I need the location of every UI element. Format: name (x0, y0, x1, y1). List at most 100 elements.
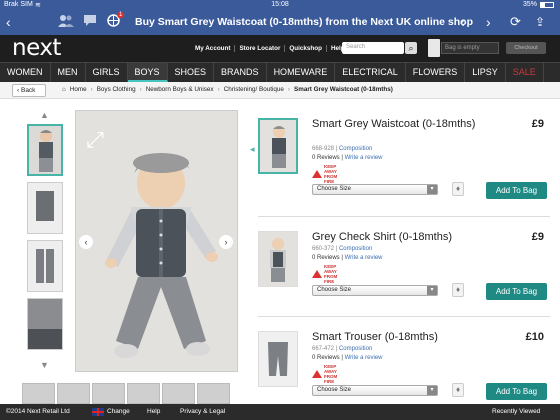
product-thumbnail[interactable] (258, 118, 298, 174)
product-price: £9 (531, 231, 544, 243)
review-summary: 0 Reviews | Write a review (312, 255, 383, 261)
crumb-newborn[interactable]: Newborn Boys & Unisex (146, 86, 214, 93)
nav-girls[interactable]: GIRLS (86, 63, 128, 82)
battery-icon (540, 1, 554, 8)
nav-sale[interactable]: SALE (506, 63, 544, 82)
crumb-boys-clothing[interactable]: Boys Clothing (97, 86, 136, 93)
battery-percent: 35% (522, 1, 537, 8)
bag-status[interactable]: Bag is empty (441, 42, 499, 54)
prev-arrow-icon[interactable]: ‹ (460, 14, 465, 30)
uk-flag-icon[interactable] (92, 408, 104, 416)
review-count: 0 Reviews (312, 355, 340, 361)
write-review-link[interactable]: Write a review (345, 255, 383, 261)
store-locator-link[interactable]: Store Locator (235, 45, 286, 52)
product-thumbnail[interactable] (258, 231, 298, 287)
add-to-bag-button[interactable]: Add To Bag (486, 283, 547, 300)
write-review-link[interactable]: Write a review (345, 355, 383, 361)
size-select-label: Choose Size (317, 186, 352, 192)
fire-warning: KEEP AWAY FROM FIRE (312, 164, 346, 184)
product-price: £10 (525, 331, 544, 343)
search-input[interactable]: Search (342, 42, 404, 54)
fire-warning: KEEP AWAY FROM FIRE (312, 264, 346, 284)
crumb-home[interactable]: Home (70, 86, 87, 93)
composition-link[interactable]: Composition (339, 246, 372, 252)
fire-warning-text: KEEP AWAY FROM FIRE (324, 264, 338, 284)
bottom-image-strip (22, 383, 238, 404)
thumbnail-2[interactable] (27, 182, 63, 234)
crumb-separator: › (217, 86, 220, 93)
contacts-icon[interactable] (58, 14, 74, 32)
expand-icon[interactable]: ⤢ (81, 126, 109, 154)
image-next-icon[interactable]: › (219, 235, 233, 249)
product-code: 668-928 | Composition (312, 146, 373, 152)
nav-lipsy[interactable]: LIPSY (465, 63, 506, 82)
recently-viewed-link[interactable]: Recently Viewed (492, 408, 540, 415)
strip-thumbnail[interactable] (22, 383, 55, 404)
nav-homeware[interactable]: HOMEWARE (267, 63, 336, 82)
nav-brands[interactable]: BRANDS (214, 63, 267, 82)
write-review-link[interactable]: Write a review (345, 155, 383, 161)
bag-icon[interactable] (428, 39, 440, 57)
strip-thumbnail[interactable] (162, 383, 195, 404)
chevron-down-icon: ▾ (427, 286, 437, 295)
strip-thumbnail[interactable] (57, 383, 90, 404)
quickshop-link[interactable]: Quickshop (285, 45, 327, 52)
chevron-down-icon: ▾ (427, 185, 437, 194)
my-account-link[interactable]: My Account (191, 45, 236, 52)
add-to-bag-button[interactable]: Add To Bag (486, 383, 547, 400)
strip-thumbnail[interactable] (127, 383, 160, 404)
top-links: My Account Store Locator Quickshop Help (191, 45, 349, 52)
stock-check-icon[interactable]: ♦ (452, 283, 464, 297)
product-code-number: 660-372 (312, 246, 335, 252)
size-select[interactable]: Choose Size ▾ (312, 285, 438, 296)
site-header: next My Account Store Locator Quickshop … (0, 35, 560, 62)
change-country-link[interactable]: Change (107, 408, 130, 415)
nav-boys[interactable]: BOYS (127, 63, 168, 82)
crumb-separator: › (90, 86, 93, 93)
image-prev-icon[interactable]: ‹ (79, 235, 93, 249)
size-select[interactable]: Choose Size ▾ (312, 385, 438, 396)
search-icon[interactable]: ⌕ (405, 42, 417, 54)
chevron-up-icon[interactable]: ▲ (40, 110, 49, 120)
back-button[interactable]: ‹ Back (12, 84, 46, 97)
stock-check-icon[interactable]: ♦ (452, 383, 464, 397)
nav-women[interactable]: WOMEN (0, 63, 51, 82)
size-select[interactable]: Choose Size ▾ (312, 184, 438, 195)
divider (258, 316, 550, 317)
composition-link[interactable]: Composition (339, 146, 372, 152)
size-select-label: Choose Size (317, 387, 352, 393)
share-icon[interactable]: ⇪ (535, 14, 545, 30)
composition-link[interactable]: Composition (339, 346, 372, 352)
product-main-image[interactable]: ⤢ ‹ › (75, 110, 238, 372)
next-logo[interactable]: next (12, 35, 61, 61)
thumbnail-4[interactable] (27, 298, 63, 350)
chat-icon[interactable] (83, 14, 97, 31)
nav-men[interactable]: MEN (51, 63, 86, 82)
refresh-icon[interactable]: ⟳ (510, 14, 521, 30)
fire-warning-text: KEEP AWAY FROM FIRE (324, 164, 338, 184)
stock-check-icon[interactable]: ♦ (452, 182, 464, 196)
footer-help-link[interactable]: Help (147, 408, 160, 415)
fire-warning: KEEP AWAY FROM FIRE (312, 364, 346, 384)
review-summary: 0 Reviews | Write a review (312, 355, 383, 361)
thumbnail-1[interactable] (27, 124, 63, 176)
nav-flowers[interactable]: FLOWERS (406, 63, 466, 82)
status-bar: Brak SIM ≋ 15:08 35% (0, 0, 560, 10)
checkout-button[interactable]: Checkout (506, 42, 546, 54)
review-count: 0 Reviews (312, 155, 340, 161)
breadcrumb: ⌂ Home › Boys Clothing › Newborn Boys & … (62, 86, 393, 93)
strip-thumbnail[interactable] (197, 383, 230, 404)
nav-shoes[interactable]: SHOES (168, 63, 215, 82)
crumb-christening[interactable]: Christening/ Boutique (224, 86, 284, 93)
home-icon[interactable]: ⌂ (62, 86, 66, 93)
add-to-bag-button[interactable]: Add To Bag (486, 182, 547, 199)
thumbnail-3[interactable] (27, 240, 63, 292)
strip-thumbnail[interactable] (92, 383, 125, 404)
privacy-legal-link[interactable]: Privacy & Legal (180, 408, 225, 415)
next-arrow-icon[interactable]: › (486, 14, 491, 30)
back-icon[interactable]: ‹ (6, 14, 11, 30)
chevron-down-icon[interactable]: ▼ (40, 360, 49, 370)
product-thumbnail[interactable] (258, 331, 298, 387)
collapse-chevron-icon[interactable]: ◂ (250, 144, 255, 155)
nav-electrical[interactable]: ELECTRICAL (335, 63, 406, 82)
